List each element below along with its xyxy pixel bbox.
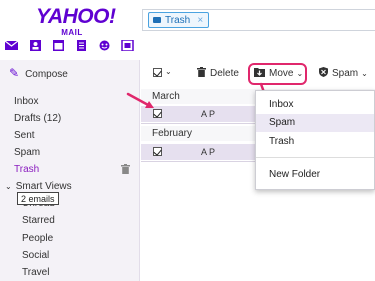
notepad-icon[interactable] bbox=[75, 40, 88, 51]
move-dropdown-menu: Inbox Spam Trash New Folder bbox=[255, 90, 375, 190]
sidebar-item-people[interactable]: People bbox=[0, 231, 140, 247]
move-button-highlight bbox=[248, 63, 307, 85]
search-pill-label: Trash bbox=[165, 15, 191, 26]
folder-icon bbox=[153, 17, 161, 23]
yahoo-mail-logo[interactable]: YAHOO! MAIL bbox=[36, 5, 116, 38]
pointer-arrow-icon bbox=[126, 92, 154, 108]
spam-button[interactable]: Spam ⌄ bbox=[319, 67, 368, 81]
delete-button[interactable]: Delete bbox=[197, 67, 239, 81]
close-icon[interactable]: × bbox=[197, 13, 203, 29]
spam-label: Spam bbox=[332, 68, 359, 79]
sidebar-item-travel[interactable]: Travel bbox=[0, 265, 140, 281]
logo-text: YAHOO! bbox=[36, 5, 116, 28]
move-menu-item-trash[interactable]: Trash bbox=[256, 133, 374, 151]
logo-subtext: MAIL bbox=[61, 28, 83, 37]
trash-icon bbox=[197, 67, 206, 81]
message-sender: A P bbox=[201, 147, 216, 157]
newsfeed-icon[interactable] bbox=[121, 40, 134, 51]
sidebar-item-spam[interactable]: Spam bbox=[0, 145, 140, 161]
mail-icon[interactable] bbox=[5, 40, 18, 51]
delete-label: Delete bbox=[210, 68, 239, 79]
message-checkbox[interactable] bbox=[153, 147, 162, 156]
chevron-down-icon: ⌄ bbox=[361, 69, 368, 78]
shield-icon bbox=[319, 67, 328, 81]
chevron-down-icon: ⌄ bbox=[165, 67, 172, 76]
calendar-icon[interactable] bbox=[52, 40, 65, 51]
sidebar-item-sent[interactable]: Sent bbox=[0, 128, 140, 144]
message-sender: A P bbox=[201, 109, 216, 119]
messenger-icon[interactable] bbox=[98, 40, 111, 51]
move-menu-item-new-folder[interactable]: New Folder bbox=[256, 166, 374, 184]
compose-label: Compose bbox=[25, 69, 68, 80]
sidebar-item-social[interactable]: Social bbox=[0, 248, 140, 264]
sidebar-item-drafts[interactable]: Drafts (12) bbox=[0, 111, 140, 127]
smart-views-label: Smart Views bbox=[15, 181, 72, 192]
select-all-checkbox[interactable] bbox=[153, 68, 162, 77]
empty-trash-icon[interactable] bbox=[121, 164, 130, 174]
move-menu-item-inbox[interactable]: Inbox bbox=[256, 96, 374, 114]
sidebar-item-inbox[interactable]: Inbox bbox=[0, 94, 140, 110]
pencil-icon: ✎ bbox=[9, 66, 20, 80]
sidebar-item-trash[interactable]: Trash bbox=[0, 162, 140, 178]
search-folder-pill[interactable]: Trash × bbox=[148, 12, 210, 29]
sidebar-item-starred[interactable]: Starred bbox=[0, 213, 140, 229]
move-menu-item-spam[interactable]: Spam bbox=[256, 114, 374, 132]
drag-count-tooltip: 2 emails bbox=[17, 192, 59, 205]
contacts-icon[interactable] bbox=[29, 40, 42, 51]
compose-button[interactable]: ✎ Compose bbox=[9, 66, 68, 80]
menu-divider bbox=[256, 157, 374, 158]
chevron-down-icon: ⌄ bbox=[5, 182, 12, 191]
